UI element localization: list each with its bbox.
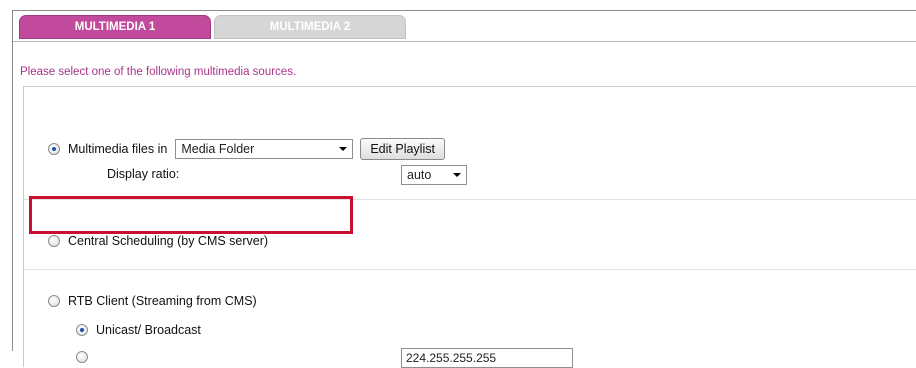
media-folder-select-value: Media Folder — [181, 142, 255, 156]
unicast-broadcast-radio[interactable] — [76, 324, 88, 336]
chevron-down-icon — [339, 147, 348, 151]
tab-multimedia-2[interactable]: MULTIMEDIA 2 — [214, 15, 406, 39]
central-scheduling-row: Central Scheduling (by CMS server) — [48, 234, 268, 248]
multimedia-files-row: Multimedia files in Media Folder Edit Pl… — [48, 138, 445, 160]
rtb-client-radio[interactable] — [48, 295, 60, 307]
divider — [24, 269, 916, 270]
multimedia-files-radio[interactable] — [48, 143, 60, 155]
multimedia-settings-panel: MULTIMEDIA 1 MULTIMEDIA 2 Please select … — [12, 10, 916, 368]
display-ratio-select[interactable]: auto — [401, 165, 467, 185]
unicast-broadcast-row: Unicast/ Broadcast — [76, 323, 201, 337]
rtb-client-row: RTB Client (Streaming from CMS) — [48, 294, 257, 308]
media-folder-select[interactable]: Media Folder — [175, 139, 354, 159]
multimedia-files-label: Multimedia files in — [68, 142, 168, 156]
edit-playlist-button[interactable]: Edit Playlist — [360, 138, 445, 160]
display-ratio-row: Display ratio: — [107, 167, 179, 181]
display-ratio-label: Display ratio: — [107, 167, 180, 181]
central-scheduling-label: Central Scheduling (by CMS server) — [68, 234, 269, 248]
rtb-second-option-row — [76, 351, 96, 363]
central-scheduling-highlight-box — [29, 196, 353, 234]
display-ratio-select-value: auto — [407, 168, 432, 182]
instruction-text: Please select one of the following multi… — [20, 66, 297, 78]
central-scheduling-radio[interactable] — [48, 235, 60, 247]
unicast-broadcast-label: Unicast/ Broadcast — [96, 323, 201, 337]
multicast-address-input[interactable]: 224.255.255.255 — [401, 348, 573, 368]
chevron-down-icon — [453, 173, 461, 177]
rtb-client-label: RTB Client (Streaming from CMS) — [68, 294, 257, 308]
tab-multimedia-1[interactable]: MULTIMEDIA 1 — [19, 15, 211, 39]
rtb-second-option-radio[interactable] — [76, 351, 88, 363]
tab-bar: MULTIMEDIA 1 MULTIMEDIA 2 — [13, 11, 916, 42]
